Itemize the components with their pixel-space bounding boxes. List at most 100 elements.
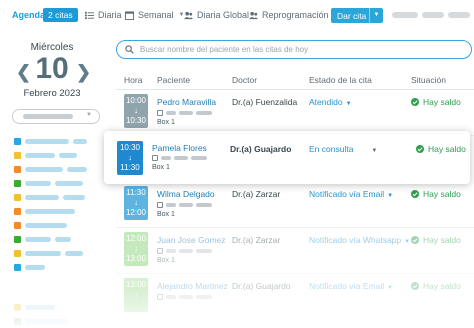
tab-semanal[interactable]: Semanal ▼ <box>125 10 184 20</box>
citas-count-badge[interactable]: 2 citas <box>43 8 78 22</box>
check-circle-icon <box>411 98 419 106</box>
start-time: 12:00 <box>125 234 147 243</box>
patient-search[interactable] <box>116 40 472 59</box>
situation-label: Hay saldo <box>423 281 461 291</box>
sidebar: Miércoles ❮ 10 ❯ Febrero 2023 ▼ <box>0 30 104 328</box>
users-icon <box>249 11 258 19</box>
status-dropdown[interactable]: Notificado vía Email ▼ <box>309 189 393 199</box>
time-block: 10:30 ↓ 11:30 <box>117 141 143 175</box>
start-time: 11:30 <box>126 188 146 197</box>
filter-item[interactable] <box>14 165 87 173</box>
status-dropdown[interactable]: Notificado vía Whatsapp ▼ <box>309 235 410 245</box>
filter-item[interactable] <box>14 193 85 201</box>
filter-item[interactable] <box>14 303 55 311</box>
time-block: 12:00 ↓ 13:00 <box>124 232 148 266</box>
filter-select[interactable]: ▼ <box>12 109 100 124</box>
edit-icon <box>157 294 163 300</box>
chevron-down-icon: ▼ <box>371 148 378 154</box>
edit-icon <box>152 155 158 161</box>
situation-badge: Hay saldo <box>416 144 466 154</box>
box-label: Box 1 <box>157 257 175 264</box>
doctor-name: Dr.(a) Zarzar <box>232 189 281 199</box>
table-row[interactable]: 10:00 ↓ 10:30 Pedro Maravilla Box 1 Dr.(… <box>116 90 474 136</box>
box-label: Box 1 <box>152 164 170 171</box>
dar-cita-label: Dar cita <box>337 10 367 21</box>
chevron-down-icon[interactable]: ▼ <box>369 8 383 23</box>
filter-item[interactable] <box>14 207 75 215</box>
tab-diaria-global[interactable]: Diaria Global <box>184 10 249 20</box>
table-row[interactable]: 13:00 ↓ Alejandro Martinez Dr.(a) Guajar… <box>116 274 474 320</box>
doctor-name: Dr.(a) Fuenzalida <box>232 97 298 107</box>
patient-name[interactable]: Pedro Maravilla <box>157 97 216 107</box>
patient-meta <box>157 201 212 209</box>
arrow-down-icon: ↓ <box>134 244 138 253</box>
chevron-right-icon[interactable]: ❯ <box>76 62 91 83</box>
chevron-down-icon: ▼ <box>387 285 394 291</box>
header-hora: Hora <box>124 75 143 85</box>
filter-select-value <box>23 114 73 119</box>
header-doctor: Doctor <box>232 75 258 85</box>
filter-item[interactable] <box>14 317 69 325</box>
check-circle-icon <box>411 282 419 290</box>
start-time: 10:00 <box>125 96 147 105</box>
end-time: 12:00 <box>125 208 147 217</box>
check-circle-icon <box>411 190 419 198</box>
agenda-label: Agenda <box>12 10 46 20</box>
tab-reprogramacion[interactable]: Reprogramación <box>249 10 329 20</box>
patient-name[interactable]: Pamela Flores <box>152 143 207 153</box>
filter-item[interactable] <box>14 221 67 229</box>
status-dropdown[interactable]: Atendido ▼ <box>309 97 352 107</box>
patient-name[interactable]: Alejandro Martinez <box>157 281 228 291</box>
dar-cita-button[interactable]: Dar cita ▼ <box>331 8 383 23</box>
tab-diaria-label: Diaria <box>98 10 122 20</box>
status-label: Notificado vía Whatsapp <box>309 235 402 245</box>
patient-meta <box>157 293 212 301</box>
placeholder-pill[interactable] <box>448 12 470 18</box>
filter-item[interactable] <box>14 235 71 243</box>
status-label: Atendido <box>309 97 343 107</box>
patient-name[interactable]: Wilma Delgado <box>157 189 215 199</box>
arrow-down-icon: ↓ <box>134 106 138 115</box>
filter-item[interactable] <box>14 137 87 145</box>
situation-label: Hay saldo <box>428 144 466 154</box>
filter-item[interactable] <box>14 151 77 159</box>
top-bar: Agenda 2 citas Diaria Semanal ▼ Diaria G… <box>0 0 474 30</box>
placeholder-pill[interactable] <box>392 12 418 18</box>
tab-diaria-global-label: Diaria Global <box>197 10 250 20</box>
start-time: 10:30 <box>119 143 141 152</box>
end-time: 13:00 <box>125 254 147 263</box>
filter-item[interactable] <box>14 249 83 257</box>
status-label: Notificado vía Email <box>309 281 385 291</box>
edit-icon <box>157 248 163 254</box>
start-time: 13:00 <box>125 280 147 289</box>
search-input[interactable] <box>140 45 460 54</box>
edit-icon <box>157 110 163 116</box>
arrow-down-icon: ↓ <box>128 153 132 162</box>
patient-meta <box>157 109 212 117</box>
chevron-down-icon: ▼ <box>86 112 92 118</box>
users-icon <box>184 11 193 19</box>
header-paciente: Paciente <box>157 75 191 85</box>
status-label: Notificado vía Email <box>309 189 385 199</box>
box-label: Box 1 <box>157 211 175 218</box>
highlighted-appointment-card[interactable]: 10:30 ↓ 11:30 Pamela Flores Box 1 Dr.(a)… <box>104 131 470 184</box>
patient-name[interactable]: Juan Jose Gomez <box>157 235 226 245</box>
box-label: Box 1 <box>157 119 175 126</box>
tab-diaria[interactable]: Diaria <box>85 10 122 20</box>
situation-badge: Hay saldo <box>411 235 461 245</box>
status-label: En consulta <box>309 144 354 154</box>
status-dropdown[interactable]: Notificado vía Email ▼ <box>309 281 393 291</box>
placeholder-pill[interactable] <box>422 12 444 18</box>
patient-meta <box>152 154 207 162</box>
filter-item[interactable] <box>14 179 83 187</box>
search-icon <box>125 45 134 54</box>
situation-label: Hay saldo <box>423 97 461 107</box>
edit-icon <box>157 202 163 208</box>
situation-label: Hay saldo <box>423 235 461 245</box>
table-row[interactable]: 12:00 ↓ 13:00 Juan Jose Gomez Box 1 Dr.(… <box>116 228 474 274</box>
chevron-down-icon: ▼ <box>345 101 352 107</box>
table-row[interactable]: 11:30 ↓ 12:00 Wilma Delgado Box 1 Dr.(a)… <box>116 182 474 228</box>
filter-item[interactable] <box>14 263 45 271</box>
status-dropdown[interactable]: En consulta ▼ <box>309 144 377 154</box>
list-icon <box>85 11 94 19</box>
